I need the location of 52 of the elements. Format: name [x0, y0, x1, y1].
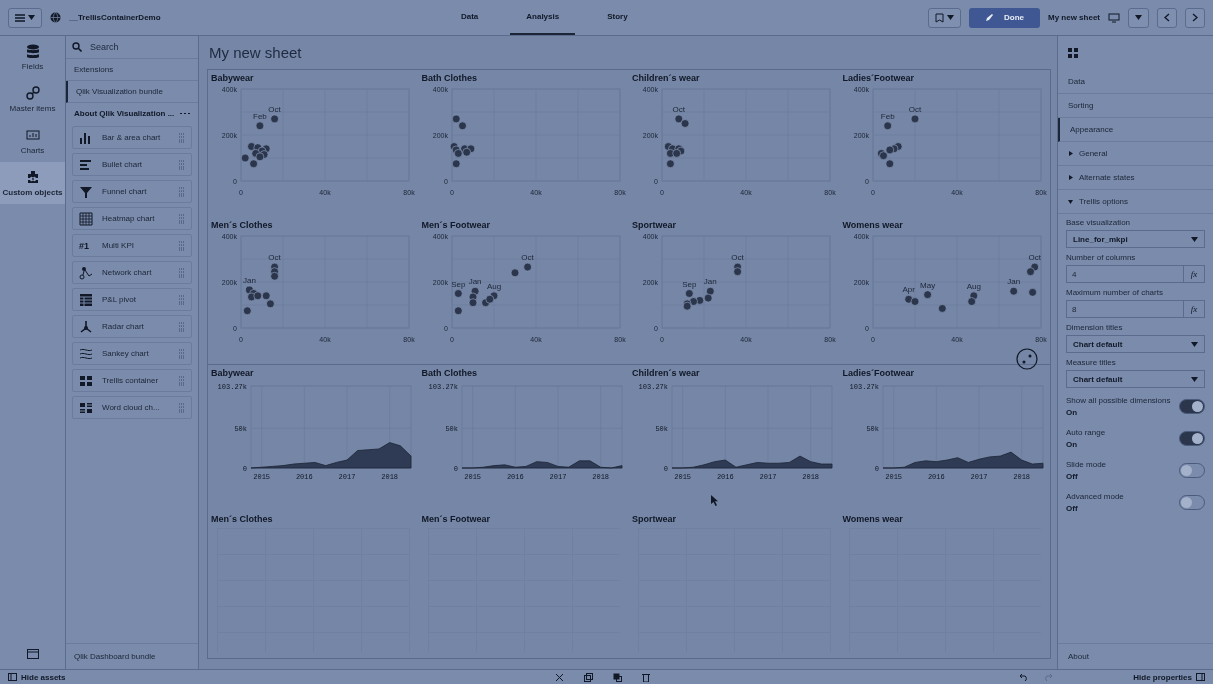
point-label: Oct: [520, 252, 534, 262]
field-label: Dimension titles: [1066, 323, 1124, 332]
field-label: Slide mode: [1066, 460, 1107, 469]
chart-title: Bath Clothes: [421, 73, 478, 83]
point-label: Jan: [468, 276, 482, 286]
field-label: Number of columns: [1066, 253, 1137, 262]
point-label: Feb: [253, 111, 267, 121]
point-label: Oct: [731, 252, 744, 262]
point-label: Oct: [268, 252, 281, 262]
chart-title: Children´s wear: [632, 73, 701, 83]
toggle-value: Off: [1066, 472, 1079, 481]
chart-title: Men´s Clothes: [211, 219, 274, 230]
toggle-value: On: [1066, 408, 1079, 417]
sheet-title: My new sheet: [208, 43, 303, 63]
point-label: Jan: [1006, 276, 1020, 286]
field-label: Advanced mode: [1066, 492, 1124, 501]
chart-title: Men´s Clothes: [211, 514, 274, 525]
chart-title: Bath Clothes: [421, 367, 478, 378]
field-label: Show all possible dimensions: [1066, 396, 1171, 405]
chart-title: Children´s wear: [632, 367, 701, 378]
field-label: Maximum number of charts: [1066, 288, 1164, 297]
chart-title: Sportwear: [632, 219, 677, 230]
point-label: Oct: [268, 104, 281, 114]
point-label: Aug: [486, 281, 501, 291]
toggle-value: Off: [1066, 504, 1079, 513]
field-label: Measure titles: [1066, 358, 1117, 367]
toggle-value: On: [1066, 440, 1079, 449]
point-label: Sep: [682, 279, 697, 289]
point-label: Feb: [880, 111, 895, 121]
field-label: Base visualization: [1066, 218, 1132, 227]
point-label: Apr: [901, 285, 915, 294]
point-label: Oct: [1027, 252, 1041, 262]
group-title: About Qlik Visualization ...: [74, 109, 175, 118]
chart-title: Ladies´Footwear: [842, 367, 915, 378]
app-name: __TrellisContainerDemo: [69, 13, 161, 22]
point-label: May: [919, 280, 935, 290]
point-label: Sep: [450, 279, 465, 289]
field-label: Auto range: [1066, 428, 1106, 437]
chart-title: Womens wear: [842, 219, 904, 230]
chart-title: Babywear: [211, 367, 255, 378]
point-label: Oct: [908, 104, 921, 114]
chart-title: Men´s Footwear: [421, 219, 491, 230]
sheet-name: My new sheet: [1048, 13, 1100, 22]
point-label: Oct: [672, 104, 686, 114]
point-label: Jan: [242, 275, 256, 285]
chart-title: Babywear: [211, 73, 255, 83]
chart-title: Men´s Footwear: [421, 514, 491, 525]
point-label: Jan: [703, 276, 717, 286]
chart-title: Womens wear: [842, 514, 904, 525]
point-label: Aug: [966, 281, 981, 291]
chart-title: Ladies´Footwear: [842, 73, 915, 83]
chart-title: Sportwear: [632, 514, 677, 525]
